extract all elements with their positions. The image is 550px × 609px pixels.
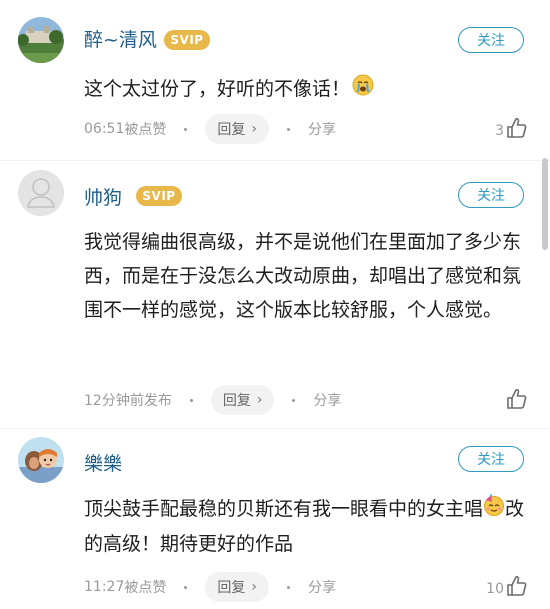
liked-label: 被点赞: [124, 580, 167, 596]
username[interactable]: 樂樂: [84, 449, 122, 476]
scrollbar[interactable]: [542, 158, 548, 250]
reply-label: 回复: [217, 580, 246, 596]
svip-badge: SVIP: [164, 30, 210, 50]
like-button[interactable]: 3: [495, 117, 528, 139]
like-button[interactable]: [504, 388, 528, 410]
comment-time: 12分钟前发布: [84, 393, 172, 409]
like-button[interactable]: 10: [486, 575, 528, 597]
share-button[interactable]: 分享: [308, 119, 336, 139]
separator-dot: [286, 127, 290, 131]
separator-dot: [184, 585, 188, 589]
avatar-landscape-image: [18, 17, 64, 63]
reply-button[interactable]: 回复 ›: [210, 385, 275, 415]
chevron-right-icon: ›: [251, 121, 257, 137]
thumbs-up-icon: [507, 388, 527, 409]
comment-text-segment: 我觉得编曲很高级，并不是说他们在里面加了多少东西，而是在于没怎么大改动原曲，却唱…: [84, 231, 522, 321]
comment-meta: 06:51 被点赞 回复 › 分享: [84, 113, 336, 145]
liked-label: 被点赞: [124, 122, 167, 138]
follow-button[interactable]: 关注: [458, 446, 524, 472]
reply-label: 回复: [217, 122, 246, 138]
username[interactable]: 帅狗: [84, 183, 122, 210]
default-avatar-icon: [18, 170, 64, 216]
comment-time: 06:51: [84, 121, 125, 137]
comment-meta: 11:27 被点赞 回复 › 分享: [84, 571, 336, 603]
reply-button[interactable]: 回复 ›: [205, 114, 269, 144]
party-face-emoji-icon: [483, 493, 505, 527]
separator-dot: [189, 398, 193, 402]
chevron-right-icon: ›: [251, 579, 257, 595]
comment-text: 这个太过份了，好听的不像话！: [84, 72, 534, 107]
comment-meta: 12分钟前发布 回复 › 分享: [84, 384, 341, 416]
avatar[interactable]: [18, 170, 64, 216]
thumbs-up-icon: [507, 117, 527, 138]
comment-time: 11:27: [84, 579, 125, 595]
comment-text-segment: 顶尖鼓手配最稳的贝斯还有我一眼看中的女主唱: [84, 498, 484, 520]
reply-button[interactable]: 回复 ›: [205, 572, 269, 602]
avatar[interactable]: [18, 17, 64, 63]
divider: [0, 428, 550, 429]
svip-badge: SVIP: [136, 186, 182, 206]
username[interactable]: 醉~清风: [84, 25, 157, 52]
comment-text: 顶尖鼓手配最稳的贝斯还有我一眼看中的女主唱 改的高级！期待更好的作品: [84, 492, 534, 561]
crying-emoji-icon: [352, 73, 374, 107]
like-count: 10: [486, 581, 504, 597]
thumbs-up-icon: [507, 575, 527, 596]
cartoon-avatar-image: [18, 437, 64, 483]
reply-label: 回复: [222, 393, 251, 409]
follow-button[interactable]: 关注: [458, 27, 524, 53]
separator-dot: [184, 127, 188, 131]
separator-dot: [292, 398, 296, 402]
share-button[interactable]: 分享: [308, 577, 336, 597]
like-count: 3: [495, 123, 504, 139]
comment-text-segment: 这个太过份了，好听的不像话！: [84, 78, 351, 100]
separator-dot: [286, 585, 290, 589]
comment-text: 我觉得编曲很高级，并不是说他们在里面加了多少东西，而是在于没怎么大改动原曲，却唱…: [84, 225, 534, 327]
chevron-right-icon: ›: [256, 392, 263, 408]
follow-button[interactable]: 关注: [458, 182, 524, 208]
divider: [0, 160, 550, 161]
share-button[interactable]: 分享: [313, 390, 341, 410]
avatar[interactable]: [18, 437, 64, 483]
